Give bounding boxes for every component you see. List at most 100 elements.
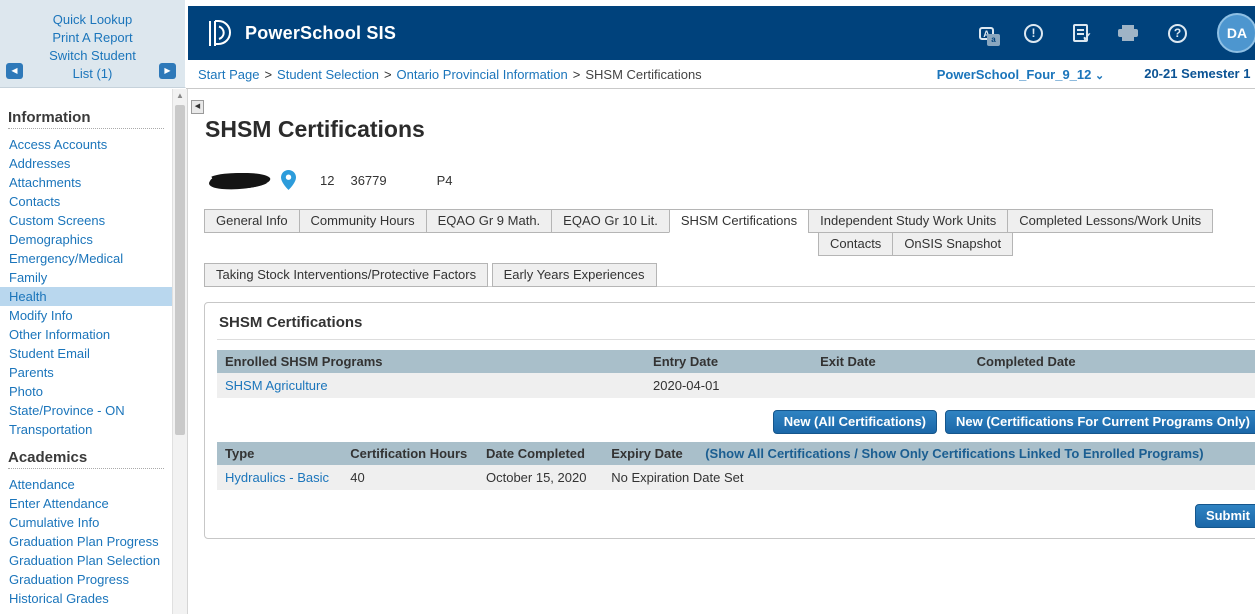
sidebar-item-graduation-plan-progress[interactable]: Graduation Plan Progress <box>8 532 172 551</box>
collapse-nav-button[interactable]: ◀ <box>191 100 204 114</box>
sidebar-item-modify-info[interactable]: Modify Info <box>8 306 172 325</box>
tab-independent-study-work-units[interactable]: Independent Study Work Units <box>808 209 1008 233</box>
sidebar-item-transportation[interactable]: Transportation <box>8 420 172 439</box>
tab-contacts[interactable]: Contacts <box>818 232 893 256</box>
sidebar-item-parents[interactable]: Parents <box>8 363 172 382</box>
student-info-row: 12 36779 P4 <box>204 168 1255 192</box>
tab-onsis-snapshot[interactable]: OnSIS Snapshot <box>892 232 1013 256</box>
tab-row-tertiary: Taking Stock Interventions/Protective Fa… <box>204 263 1255 287</box>
table-header-row: Enrolled SHSM Programs Entry Date Exit D… <box>217 350 1255 373</box>
student-grade: 12 <box>320 173 334 188</box>
sidebar-item-attendance[interactable]: Attendance <box>8 475 172 494</box>
sidebar-item-access-accounts[interactable]: Access Accounts <box>8 135 172 154</box>
tab-eqao-gr9-math[interactable]: EQAO Gr 9 Math. <box>426 209 553 233</box>
sidebar-item-graduation-plan-selection[interactable]: Graduation Plan Selection <box>8 551 172 570</box>
sidebar-item-enter-attendance[interactable]: Enter Attendance <box>8 494 172 513</box>
submit-row: Submit <box>217 504 1255 528</box>
program-link[interactable]: SHSM Agriculture <box>225 378 328 393</box>
chevron-down-icon: ⌄ <box>1095 70 1104 82</box>
student-homeroom: P4 <box>437 173 453 188</box>
sidebar-item-emergency-medical[interactable]: Emergency/Medical <box>8 249 172 268</box>
header-bar: PowerSchool SIS A a ! ✓ ? DA <box>188 6 1255 60</box>
switch-student-link[interactable]: Switch Student <box>0 47 185 65</box>
col-completed-date: Completed Date <box>969 350 1255 373</box>
next-student-button[interactable]: ▶ <box>159 63 176 79</box>
breadcrumb-separator: > <box>573 67 581 82</box>
tab-taking-stock[interactable]: Taking Stock Interventions/Protective Fa… <box>204 263 488 287</box>
print-a-report-link[interactable]: Print A Report <box>0 29 185 47</box>
previous-student-button[interactable]: ◀ <box>6 63 23 79</box>
sidebar-section-academics: Academics <box>8 449 172 466</box>
sidebar-item-demographics[interactable]: Demographics <box>8 230 172 249</box>
sidebar-item-other-information[interactable]: Other Information <box>8 325 172 344</box>
sidebar-scrollbar[interactable]: ▲ <box>172 89 187 614</box>
tab-early-years-experiences[interactable]: Early Years Experiences <box>492 263 657 287</box>
alerts-icon[interactable]: ! <box>1024 24 1043 43</box>
app-title: PowerSchool SIS <box>245 23 396 44</box>
sidebar-item-health[interactable]: Health <box>0 287 172 306</box>
term-selector[interactable]: 20-21 Semester 1 ⌄ <box>1144 66 1255 82</box>
user-avatar[interactable]: DA <box>1217 13 1255 53</box>
sidebar-item-historical-grades[interactable]: Historical Grades <box>8 589 172 608</box>
submit-button[interactable]: Submit <box>1195 504 1255 528</box>
col-exit-date: Exit Date <box>812 350 969 373</box>
breadcrumb-student-selection[interactable]: Student Selection <box>277 67 379 82</box>
term-name: 20-21 Semester 1 <box>1144 66 1250 81</box>
cell-date-completed: October 15, 2020 <box>478 465 603 490</box>
col-expiry-date: Expiry Date <box>603 442 697 465</box>
cell-expiry: No Expiration Date Set <box>603 465 1255 490</box>
translate-icon[interactable]: A a <box>979 27 994 40</box>
sidebar-nav: Information Access Accounts Addresses At… <box>0 89 172 614</box>
student-number: 36779 <box>350 173 386 188</box>
sidebar-item-family[interactable]: Family <box>8 268 172 287</box>
help-icon[interactable]: ? <box>1168 24 1187 43</box>
sidebar-item-student-email[interactable]: Student Email <box>8 344 172 363</box>
location-pin-icon[interactable] <box>281 170 296 190</box>
sidebar-item-custom-screens[interactable]: Custom Screens <box>8 211 172 230</box>
breadcrumb-separator: > <box>384 67 392 82</box>
panel-title: SHSM Certifications <box>217 312 1255 340</box>
sidebar-item-state-province-on[interactable]: State/Province - ON <box>8 401 172 420</box>
tab-eqao-gr10-lit[interactable]: EQAO Gr 10 Lit. <box>551 209 670 233</box>
quick-lookup-panel: Quick Lookup Print A Report Switch Stude… <box>0 0 186 88</box>
sidebar-item-graduation-progress[interactable]: Graduation Progress <box>8 570 172 589</box>
report-check-mark: ✓ <box>1082 30 1092 44</box>
tab-general-info[interactable]: General Info <box>204 209 300 233</box>
tab-community-hours[interactable]: Community Hours <box>299 209 427 233</box>
col-enrolled-programs: Enrolled SHSM Programs <box>217 350 645 373</box>
table-header-row: Type Certification Hours Date Completed … <box>217 442 1255 465</box>
sidebar-item-contacts[interactable]: Contacts <box>8 192 172 211</box>
sidebar-item-cumulative-info[interactable]: Cumulative Info <box>8 513 172 532</box>
quick-lookup-link[interactable]: Quick Lookup <box>0 11 185 29</box>
new-certifications-current-programs-button[interactable]: New (Certifications For Current Programs… <box>945 410 1255 434</box>
scrollbar-thumb[interactable] <box>175 105 185 435</box>
new-buttons-row: New (All Certifications) New (Certificat… <box>217 410 1255 434</box>
breadcrumb-current: SHSM Certifications <box>585 67 701 82</box>
sidebar-item-addresses[interactable]: Addresses <box>8 154 172 173</box>
print-icon[interactable] <box>1118 25 1138 41</box>
col-certification-hours: Certification Hours <box>342 442 478 465</box>
cell-hours: 40 <box>342 465 478 490</box>
breadcrumb-start-page[interactable]: Start Page <box>198 67 259 82</box>
show-all-certifications-link[interactable]: (Show All Certifications / Show Only Cer… <box>705 446 1203 461</box>
student-list-link[interactable]: List (1) <box>0 65 185 83</box>
tab-shsm-certifications[interactable]: SHSM Certifications <box>669 209 809 233</box>
main-content: ◀ SHSM Certifications 12 36779 P4 Genera… <box>187 89 1255 614</box>
tab-completed-lessons-work-units[interactable]: Completed Lessons/Work Units <box>1007 209 1213 233</box>
sidebar-section-information: Information <box>8 109 172 126</box>
new-all-certifications-button[interactable]: New (All Certifications) <box>773 410 937 434</box>
cell-exit-date <box>812 373 969 398</box>
sidebar-item-photo[interactable]: Photo <box>8 382 172 401</box>
table-row: SHSM Agriculture 2020-04-01 <box>217 373 1255 398</box>
powerschool-logo-icon[interactable] <box>206 17 233 49</box>
enrolled-programs-table: Enrolled SHSM Programs Entry Date Exit D… <box>217 350 1255 398</box>
report-queue-icon[interactable]: ✓ <box>1073 24 1088 42</box>
breadcrumb-ontario-provincial-information[interactable]: Ontario Provincial Information <box>397 67 568 82</box>
certification-link[interactable]: Hydraulics - Basic <box>225 470 329 485</box>
scroll-up-icon[interactable]: ▲ <box>173 89 187 103</box>
breadcrumb: Start Page > Student Selection > Ontario Pro… <box>198 67 702 82</box>
breadcrumb-bar: Start Page > Student Selection > Ontario Pro… <box>186 60 1255 89</box>
sidebar-item-attachments[interactable]: Attachments <box>8 173 172 192</box>
school-selector[interactable]: PowerSchool_Four_9_12 ⌄ <box>937 67 1104 82</box>
redacted-student-name <box>204 168 276 192</box>
